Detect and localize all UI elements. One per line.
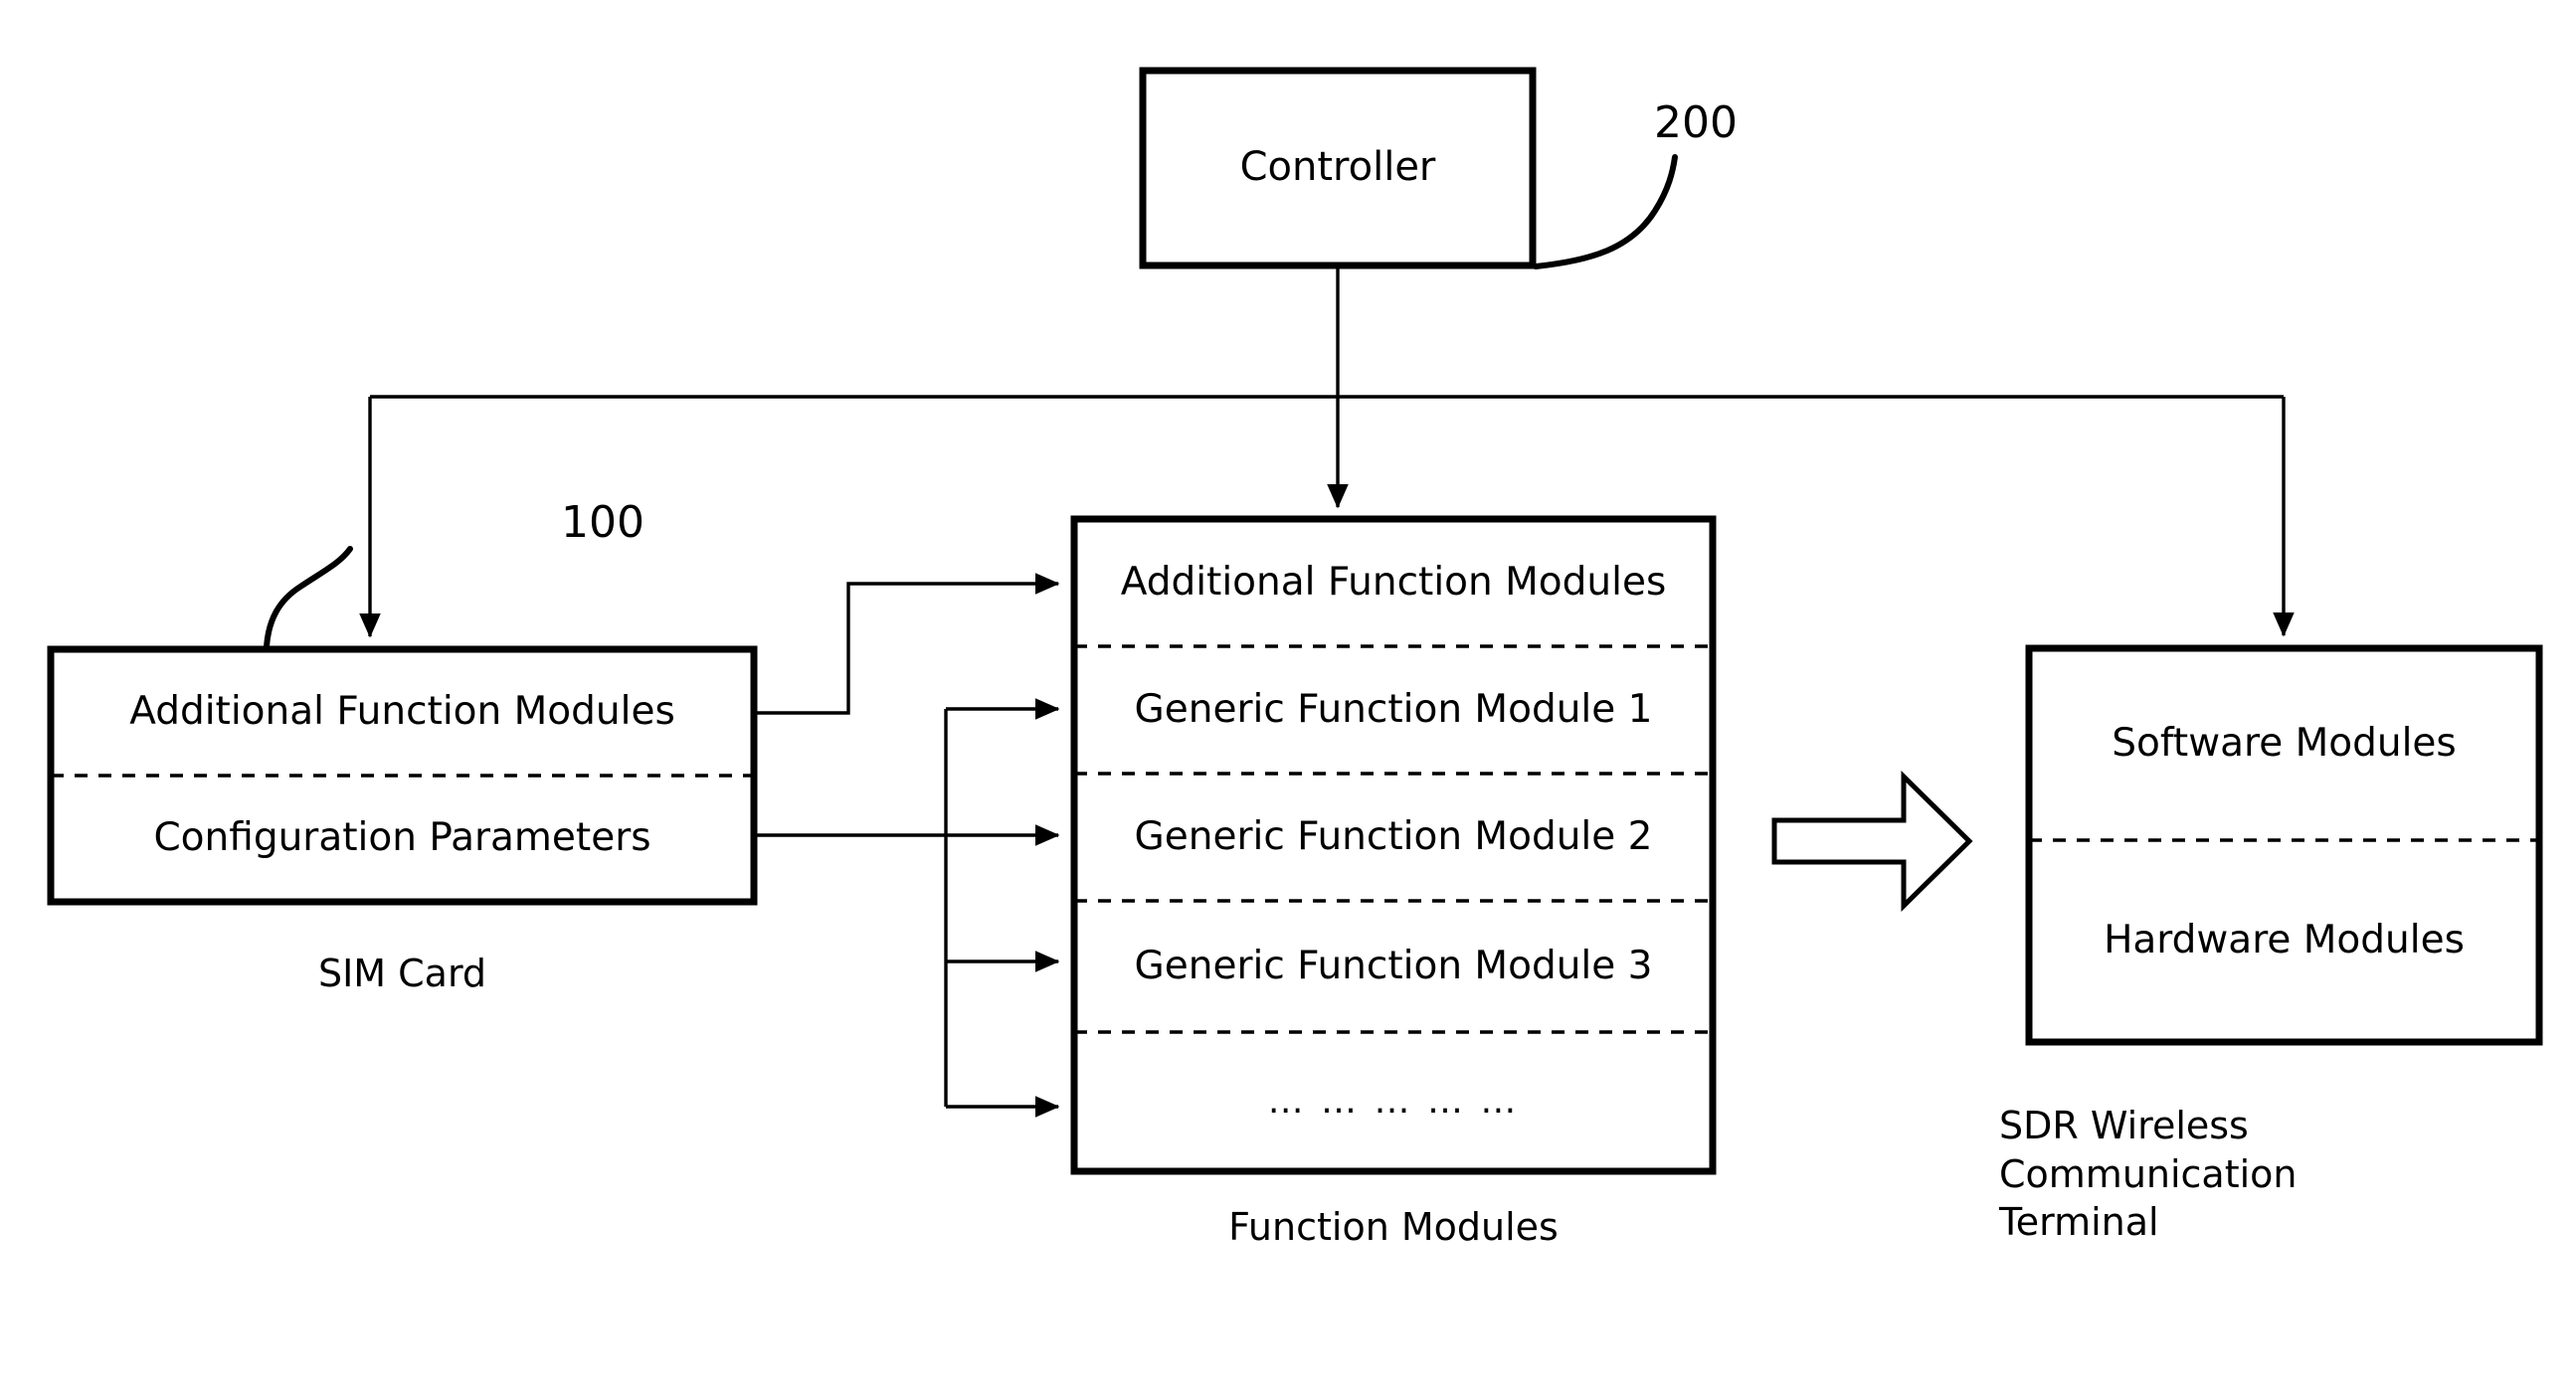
sim-card-row-configuration-parameters: Configuration Parameters <box>153 815 651 861</box>
sim-card-row-additional-function-modules: Additional Function Modules <box>129 689 675 735</box>
controller-ref-number: 200 <box>1654 97 1738 148</box>
function-modules-to-sdr-block-arrow <box>1771 771 1973 912</box>
sdr-terminal-row-software-modules: Software Modules <box>2112 721 2457 767</box>
sdr-terminal-row-hardware-modules: Hardware Modules <box>2104 918 2465 963</box>
function-modules-caption: Function Modules <box>1228 1205 1559 1249</box>
function-modules-row-ellipsis: … … … … … <box>1267 1080 1520 1122</box>
sim-card-ref-leader <box>264 546 353 649</box>
controller-label: Controller <box>1239 144 1436 191</box>
controller-ref-leader <box>1533 154 1678 269</box>
function-modules-row-generic-module-3: Generic Function Module 3 <box>1134 943 1653 988</box>
sdr-terminal-caption: SDR Wireless Communication Terminal <box>1999 1102 2569 1247</box>
figure-canvas: Controller 200 100 Additional Function M… <box>0 0 2576 1394</box>
sim-card-caption: SIM Card <box>317 952 487 995</box>
sdr-terminal-caption-line-2: Communication <box>1999 1151 2298 1196</box>
function-modules-row-generic-module-1: Generic Function Module 1 <box>1134 686 1653 732</box>
sim-card-ref-number: 100 <box>561 497 644 548</box>
sdr-terminal-caption-line-1: SDR Wireless <box>1999 1104 2249 1147</box>
function-modules-row-additional-function-modules: Additional Function Modules <box>1120 559 1667 605</box>
sim-additional-to-fm-additional-arrow <box>754 573 1060 715</box>
function-modules-row-generic-module-2: Generic Function Module 2 <box>1134 813 1653 859</box>
sdr-terminal-caption-line-3: Terminal <box>1999 1200 2159 1245</box>
